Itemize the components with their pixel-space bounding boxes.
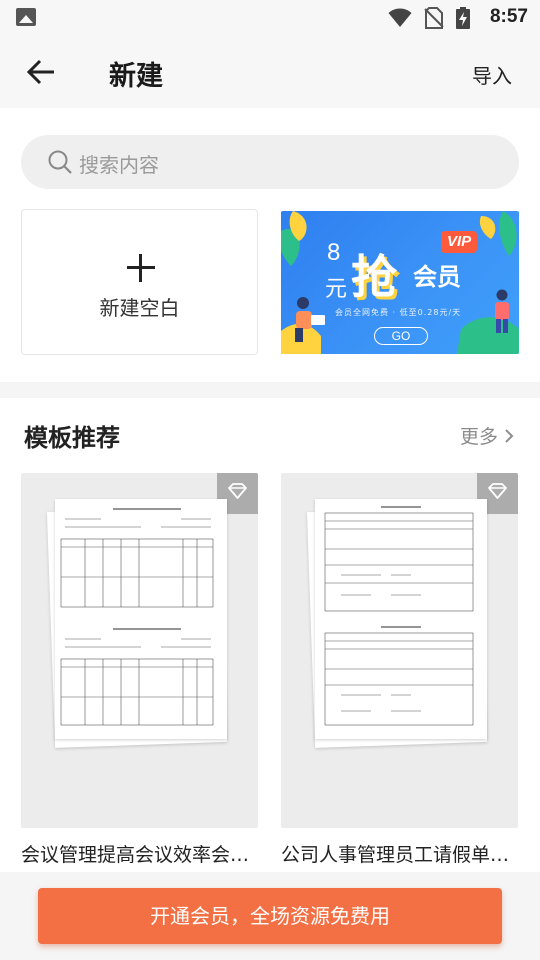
battery-charging-icon [456, 7, 470, 29]
document-preview-graphic [324, 506, 474, 726]
bottom-bar: 开通会员，全场资源免费用 [0, 872, 540, 960]
vip-grab-char: 抢 [351, 250, 397, 304]
template-name-leave[interactable]: 公司人事管理员工请假单… [281, 840, 521, 867]
template-preview [306, 497, 491, 748]
wifi-icon [388, 8, 412, 27]
gallery-notification-icon [16, 8, 36, 26]
section-title: 模板推荐 [24, 424, 120, 452]
status-bar: 8:57 [0, 0, 540, 36]
back-arrow-icon[interactable] [24, 56, 60, 88]
app-header: 新建 导入 [0, 36, 540, 108]
top-panel: 搜索内容 新建空白 8 元 抢 会员 VIP 会员全网免费 · 低至0.28元/… [0, 108, 540, 382]
search-bar[interactable]: 搜索内容 [21, 135, 519, 189]
new-blank-card[interactable]: 新建空白 [21, 209, 258, 355]
chevron-right-icon [505, 428, 514, 443]
no-sim-icon [424, 7, 444, 29]
template-preview [46, 497, 231, 748]
vip-price-unit: 元 [325, 277, 348, 302]
vip-promo-banner[interactable]: 8 元 抢 会员 VIP 会员全网免费 · 低至0.28元/天 GO [281, 211, 519, 354]
document-preview-graphic [60, 508, 214, 726]
vip-badge: VIP [441, 231, 478, 253]
import-button[interactable]: 导入 [472, 60, 512, 89]
template-card-leave[interactable] [281, 473, 518, 828]
template-name-meeting[interactable]: 会议管理提高会议效率会… [21, 840, 261, 867]
template-card-meeting[interactable] [21, 473, 258, 828]
vip-price: 8 [327, 239, 341, 266]
vip-subtitle: 会员全网免费 · 低至0.28元/天 [335, 308, 462, 317]
open-vip-button[interactable]: 开通会员，全场资源免费用 [38, 888, 502, 944]
clock: 8:57 [489, 6, 528, 27]
vip-member-text: 会员 [413, 263, 461, 291]
new-blank-label: 新建空白 [99, 296, 180, 320]
more-label: 更多 [459, 426, 498, 448]
search-input[interactable]: 搜索内容 [79, 149, 159, 178]
more-link[interactable]: 更多 [460, 422, 514, 449]
page-title: 新建 [109, 61, 163, 92]
search-icon [48, 150, 72, 174]
templates-section: 模板推荐 更多 会议管理提高会议效率会… 公司人事管理员工请假单… [0, 398, 540, 878]
vip-go-button[interactable]: GO [374, 327, 428, 345]
plus-icon [127, 254, 155, 282]
